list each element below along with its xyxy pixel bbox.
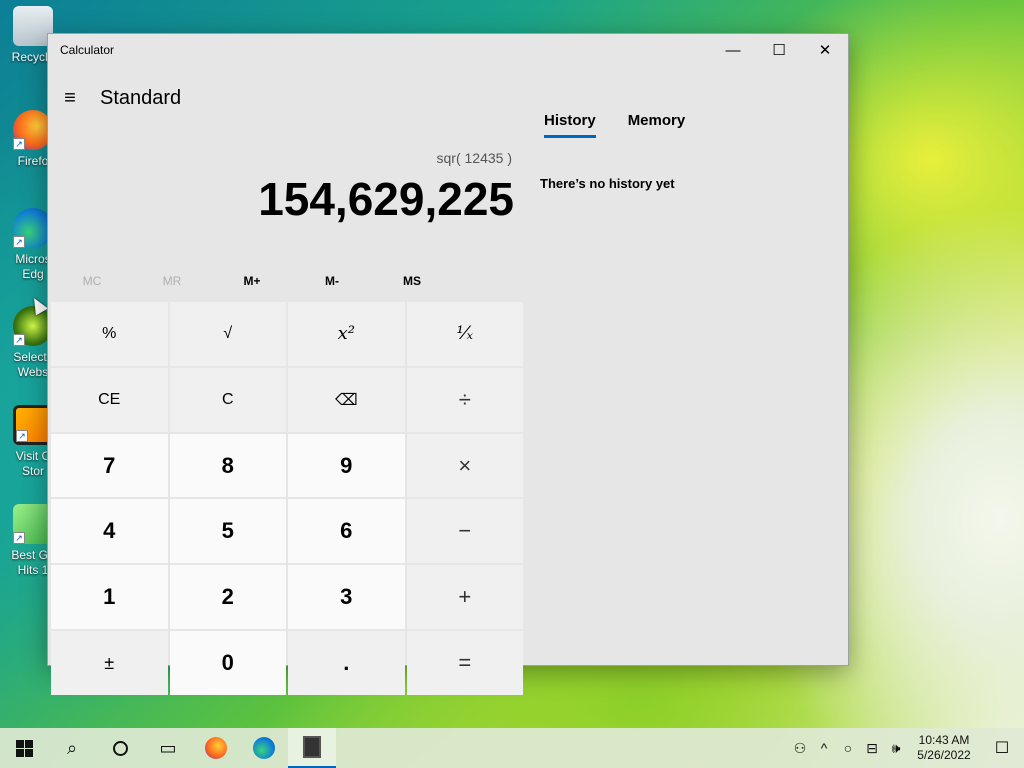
task-view-icon: ▭ xyxy=(159,737,177,758)
sync-status-button[interactable]: ○ xyxy=(836,728,860,768)
memory-row: MC MR M+ M- MS xyxy=(52,266,452,296)
show-hidden-icons-button[interactable]: ^ xyxy=(812,728,836,768)
calculator-window: Calculator — ☐ ✕ ≡ Standard sqr( 12435 )… xyxy=(47,33,849,695)
digit-7-button[interactable]: 7 xyxy=(51,433,168,498)
memory-store-button[interactable]: MS xyxy=(372,266,452,296)
digit-4-button[interactable]: 4 xyxy=(51,499,168,564)
shortcut-arrow-icon: ↗ xyxy=(13,334,25,346)
minimize-button[interactable]: — xyxy=(710,34,756,66)
taskbar-calculator[interactable] xyxy=(288,728,336,768)
expression-display: sqr( 12435 ) xyxy=(436,150,512,166)
digit-6-button[interactable]: 6 xyxy=(288,499,405,564)
window-title: Calculator xyxy=(60,43,115,57)
windows-logo-icon xyxy=(15,739,33,757)
calculator-icon xyxy=(303,736,321,758)
memory-subtract-button[interactable]: M- xyxy=(292,266,372,296)
clear-button[interactable]: C xyxy=(169,367,286,432)
decimal-button[interactable]: . xyxy=(288,631,405,695)
digit-5-button[interactable]: 5 xyxy=(169,499,286,564)
mode-title: Standard xyxy=(100,86,182,109)
search-icon: ⌕ xyxy=(66,737,78,758)
hamburger-menu-icon[interactable]: ≡ xyxy=(50,78,90,118)
shortcut-arrow-icon: ↗ xyxy=(16,430,28,442)
system-tray: ⚇ ^ ○ ⊟ 🕪 10:43 AM 5/26/2022 ☐ xyxy=(788,728,1024,768)
notification-icon: ☐ xyxy=(994,740,1010,757)
volume-button[interactable]: 🕪 xyxy=(884,728,908,768)
memory-clear-button[interactable]: MC xyxy=(52,266,132,296)
digit-3-button[interactable]: 3 xyxy=(288,565,405,630)
taskbar: ⌕ ▭ ⚇ ^ ○ ⊟ 🕪 10:43 AM 5/26/2022 ☐ xyxy=(0,728,1024,768)
edge-icon xyxy=(253,737,275,759)
multiply-button[interactable]: × xyxy=(406,433,523,498)
keypad: % √ x² ¹⁄ₓ CE C ⌫ ÷ 7 8 9 × 4 5 6 − 1 2 … xyxy=(51,302,523,695)
digit-2-button[interactable]: 2 xyxy=(169,565,286,630)
loading-circle-icon: ○ xyxy=(843,740,853,756)
tab-memory[interactable]: Memory xyxy=(628,112,686,138)
maximize-button[interactable]: ☐ xyxy=(756,34,802,66)
clock-date: 5/26/2022 xyxy=(917,748,971,762)
memory-add-button[interactable]: M+ xyxy=(212,266,292,296)
calculator-body: ≡ Standard sqr( 12435 ) 154,629,225 MC M… xyxy=(48,66,848,695)
tab-history[interactable]: History xyxy=(544,112,596,138)
result-display: 154,629,225 xyxy=(258,173,514,225)
search-button[interactable]: ⌕ xyxy=(48,728,96,768)
calculator-pane: ≡ Standard sqr( 12435 ) 154,629,225 MC M… xyxy=(48,66,526,695)
calculator-header: ≡ Standard xyxy=(48,78,526,118)
digit-1-button[interactable]: 1 xyxy=(51,565,168,630)
cortana-button[interactable] xyxy=(96,728,144,768)
digit-8-button[interactable]: 8 xyxy=(169,433,286,498)
people-button[interactable]: ⚇ xyxy=(788,728,812,768)
task-view-button[interactable]: ▭ xyxy=(144,728,192,768)
firefox-icon xyxy=(205,737,227,759)
history-empty-message: There’s no history yet xyxy=(540,176,675,191)
people-icon: ⚇ xyxy=(793,739,807,756)
add-button[interactable]: + xyxy=(406,565,523,630)
cortana-circle-icon xyxy=(112,740,128,756)
negate-button[interactable]: ± xyxy=(51,631,168,695)
digit-0-button[interactable]: 0 xyxy=(169,631,286,695)
title-bar[interactable]: Calculator — ☐ ✕ xyxy=(48,34,848,66)
taskbar-firefox[interactable] xyxy=(192,728,240,768)
clock-time: 10:43 AM xyxy=(918,733,970,747)
shortcut-arrow-icon: ↗ xyxy=(13,236,25,248)
square-button[interactable]: x² xyxy=(288,302,405,366)
shortcut-arrow-icon: ↗ xyxy=(13,138,25,150)
subtract-button[interactable]: − xyxy=(406,499,523,564)
digit-9-button[interactable]: 9 xyxy=(288,433,405,498)
desktop-icon-label: Firefo xyxy=(17,154,49,168)
history-tabs: History Memory xyxy=(544,112,685,138)
start-button[interactable] xyxy=(0,728,48,768)
shortcut-arrow-icon: ↗ xyxy=(13,532,25,544)
clear-entry-button[interactable]: CE xyxy=(51,367,168,432)
history-pane: History Memory There’s no history yet xyxy=(526,66,848,665)
reciprocal-button[interactable]: ¹⁄ₓ xyxy=(406,302,523,366)
clock[interactable]: 10:43 AM 5/26/2022 xyxy=(908,733,980,763)
taskbar-edge[interactable] xyxy=(240,728,288,768)
divide-button[interactable]: ÷ xyxy=(406,367,523,432)
speaker-icon: 🕪 xyxy=(891,739,901,756)
memory-recall-button[interactable]: MR xyxy=(132,266,212,296)
backspace-button[interactable]: ⌫ xyxy=(288,367,405,432)
window-controls: — ☐ ✕ xyxy=(710,34,848,66)
close-button[interactable]: ✕ xyxy=(802,34,848,66)
network-button[interactable]: ⊟ xyxy=(860,728,884,768)
notifications-button[interactable]: ☐ xyxy=(980,728,1024,768)
network-icon: ⊟ xyxy=(866,739,878,756)
percent-button[interactable]: % xyxy=(51,302,168,366)
chevron-up-icon: ^ xyxy=(820,740,828,756)
equals-button[interactable]: = xyxy=(406,631,523,695)
square-root-button[interactable]: √ xyxy=(169,302,286,366)
